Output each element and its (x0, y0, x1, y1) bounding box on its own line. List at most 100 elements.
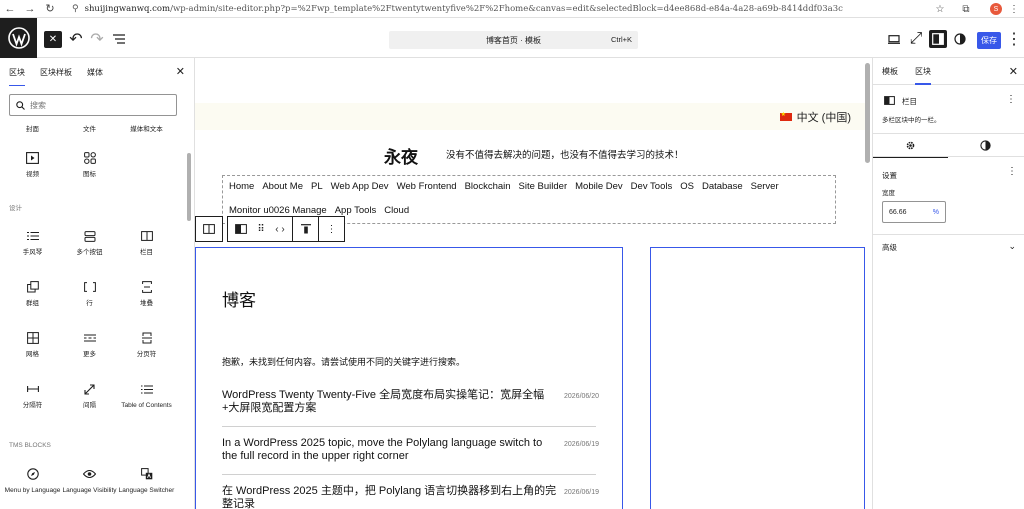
tab-block[interactable]: 区块 (915, 58, 931, 85)
block-item-language-switcher[interactable]: Language Switcher (118, 458, 175, 509)
block-item-accordion[interactable]: 手风琴 (4, 220, 61, 271)
inserter-scrollbar[interactable] (187, 153, 191, 221)
select-parent-columns-icon[interactable] (196, 217, 222, 241)
block-item-grid[interactable]: 网格 (4, 322, 61, 373)
styles-icon[interactable] (951, 30, 969, 48)
nav-link[interactable]: Cloud (384, 205, 409, 216)
block-item-group[interactable]: 群组 (4, 271, 61, 322)
nav-link[interactable]: About Me (262, 181, 303, 192)
column-block-left[interactable]: 博客 抱歉，未找到任何内容。请尝试使用不同的关键字进行搜索。 WordPress… (195, 247, 623, 509)
site-info-icon[interactable]: ⚲ (72, 4, 79, 14)
canvas-scrollbar[interactable] (865, 63, 870, 163)
drag-handle-icon[interactable]: ⠿ (254, 217, 268, 241)
language-switcher-bar: 中文 (中国) (195, 103, 865, 130)
block-search-field[interactable] (9, 94, 177, 116)
column-block-icon[interactable] (228, 217, 254, 241)
nav-link[interactable]: Web Frontend (397, 181, 457, 192)
close-inserter-button[interactable]: ✕ (44, 31, 62, 48)
separator-icon (25, 381, 41, 397)
forward-icon[interactable]: → (20, 0, 40, 18)
site-tagline[interactable]: 没有不值得去解决的问题，也没有不值得去学习的技术！ (446, 147, 684, 161)
post-separator (222, 426, 596, 427)
block-item-icons[interactable]: 图标 (61, 142, 118, 193)
block-item-spacer[interactable]: 间隔 (61, 373, 118, 424)
block-item-columns[interactable]: 栏目 (118, 220, 175, 271)
tab-template[interactable]: 模板 (882, 58, 898, 85)
inserter-tabs: 区块 区块样板 媒体 ✕ (0, 58, 194, 86)
block-item-separator[interactable]: 分隔符 (4, 373, 61, 424)
undo-icon[interactable]: ↶ (67, 30, 85, 48)
nav-link[interactable]: Database (702, 181, 743, 192)
block-item-table-of-contents[interactable]: Table of Contents (118, 373, 175, 424)
divider (873, 234, 1024, 235)
close-icon[interactable]: ✕ (176, 65, 185, 78)
command-palette-bar[interactable]: 博客首页 · 模板 Ctrl+K (389, 31, 638, 49)
redo-icon[interactable]: ↷ (88, 30, 106, 48)
nav-link[interactable]: Home (229, 181, 254, 192)
block-item-page-break[interactable]: 分页符 (118, 322, 175, 373)
block-item-stack[interactable]: 堆叠 (118, 271, 175, 322)
post-title-link[interactable]: 在 WordPress 2025 主题中，把 Polylang 语言切换器移到右… (222, 485, 560, 509)
blog-heading[interactable]: 博客 (222, 286, 256, 311)
block-item-video[interactable]: 视频 (4, 142, 61, 193)
no-results-message[interactable]: 抱歉，未找到任何内容。请尝试使用不同的关键字进行搜索。 (222, 355, 465, 368)
close-icon[interactable]: ✕ (1009, 65, 1018, 78)
nav-link[interactable]: OS (680, 181, 694, 192)
category-label-design: 设计 (9, 205, 22, 212)
tab-styles[interactable] (948, 134, 1023, 157)
move-left-right-icon[interactable]: ‹ › (268, 217, 292, 241)
wordpress-logo-icon[interactable] (0, 18, 37, 58)
back-icon[interactable]: ← (0, 0, 20, 18)
settings-options-icon[interactable]: ⋮ (1007, 166, 1017, 177)
chevron-down-icon[interactable]: ⌄ (1008, 241, 1016, 252)
desktop-preview-icon[interactable] (885, 30, 903, 48)
site-title[interactable]: 永夜 (384, 143, 418, 168)
nav-link[interactable]: Monitor u0026 Manage (229, 205, 327, 216)
tab-settings-gear[interactable] (873, 134, 948, 158)
editor-canvas[interactable]: 中文 (中国) 永夜 没有不值得去解决的问题，也没有不值得去学习的技术！ Hom… (195, 58, 872, 509)
extensions-icon[interactable]: ⧉ (956, 0, 976, 18)
block-item-cover[interactable]: 封面 (4, 123, 61, 133)
vertical-align-top-icon[interactable] (292, 217, 318, 241)
block-item-buttons[interactable]: 多个按钮 (61, 220, 118, 271)
save-button[interactable]: 保存 (977, 32, 1001, 49)
partial-block-row: 封面 文件 媒体和文本 (4, 123, 176, 133)
nav-link[interactable]: Dev Tools (631, 181, 673, 192)
advanced-section-toggle[interactable]: 高级 (882, 242, 897, 253)
nav-link[interactable]: App Tools (335, 205, 377, 216)
post-title-link[interactable]: In a WordPress 2025 topic, move the Poly… (222, 437, 560, 463)
tab-media[interactable]: 媒体 (87, 58, 103, 86)
width-input[interactable]: 66.66 % (882, 201, 946, 223)
language-switcher-link[interactable]: 中文 (中国) (797, 109, 851, 125)
width-unit-select[interactable]: % (933, 209, 939, 216)
address-bar[interactable]: ⚲ shuijingwanwq.com/wp-admin/site-editor… (66, 1, 926, 16)
nav-link[interactable]: Web App Dev (331, 181, 389, 192)
bookmark-star-icon[interactable]: ☆ (930, 0, 950, 18)
nav-link[interactable]: Site Builder (519, 181, 568, 192)
nav-link[interactable]: PL (311, 181, 323, 192)
tab-patterns[interactable]: 区块样板 (40, 58, 72, 86)
tab-blocks[interactable]: 区块 (9, 58, 25, 86)
post-title-link[interactable]: WordPress Twenty Twenty-Five 全局宽度布局实操笔记：… (222, 389, 560, 415)
browser-menu-icon[interactable]: ⋮ (1004, 0, 1024, 18)
view-site-icon[interactable]: ⤢ (907, 30, 925, 48)
nav-link[interactable]: Mobile Dev (575, 181, 623, 192)
block-item-language-visibility[interactable]: Language Visibility (61, 458, 118, 509)
more-options-icon[interactable]: ⋮ (318, 217, 344, 241)
block-item-file[interactable]: 文件 (61, 123, 118, 133)
block-item-menu-by-language[interactable]: Menu by Language (4, 458, 61, 509)
options-menu-icon[interactable]: ⋮ (1005, 30, 1023, 48)
search-input[interactable] (30, 100, 160, 110)
nav-link[interactable]: Blockchain (465, 181, 511, 192)
block-item-row[interactable]: 行 (61, 271, 118, 322)
document-overview-icon[interactable] (110, 30, 128, 48)
block-item-media-text[interactable]: 媒体和文本 (118, 123, 175, 133)
block-item-more[interactable]: 更多 (61, 322, 118, 373)
reload-icon[interactable]: ↻ (40, 0, 60, 18)
settings-sidebar-toggle-icon[interactable] (929, 30, 947, 48)
nav-link[interactable]: Server (751, 181, 779, 192)
profile-avatar[interactable]: S (986, 0, 1006, 18)
url-path: /wp-admin/site-editor.php?p=%2Fwp_templa… (170, 3, 843, 14)
column-block-right[interactable] (650, 247, 865, 509)
block-card-options-icon[interactable]: ⋮ (1006, 94, 1016, 105)
